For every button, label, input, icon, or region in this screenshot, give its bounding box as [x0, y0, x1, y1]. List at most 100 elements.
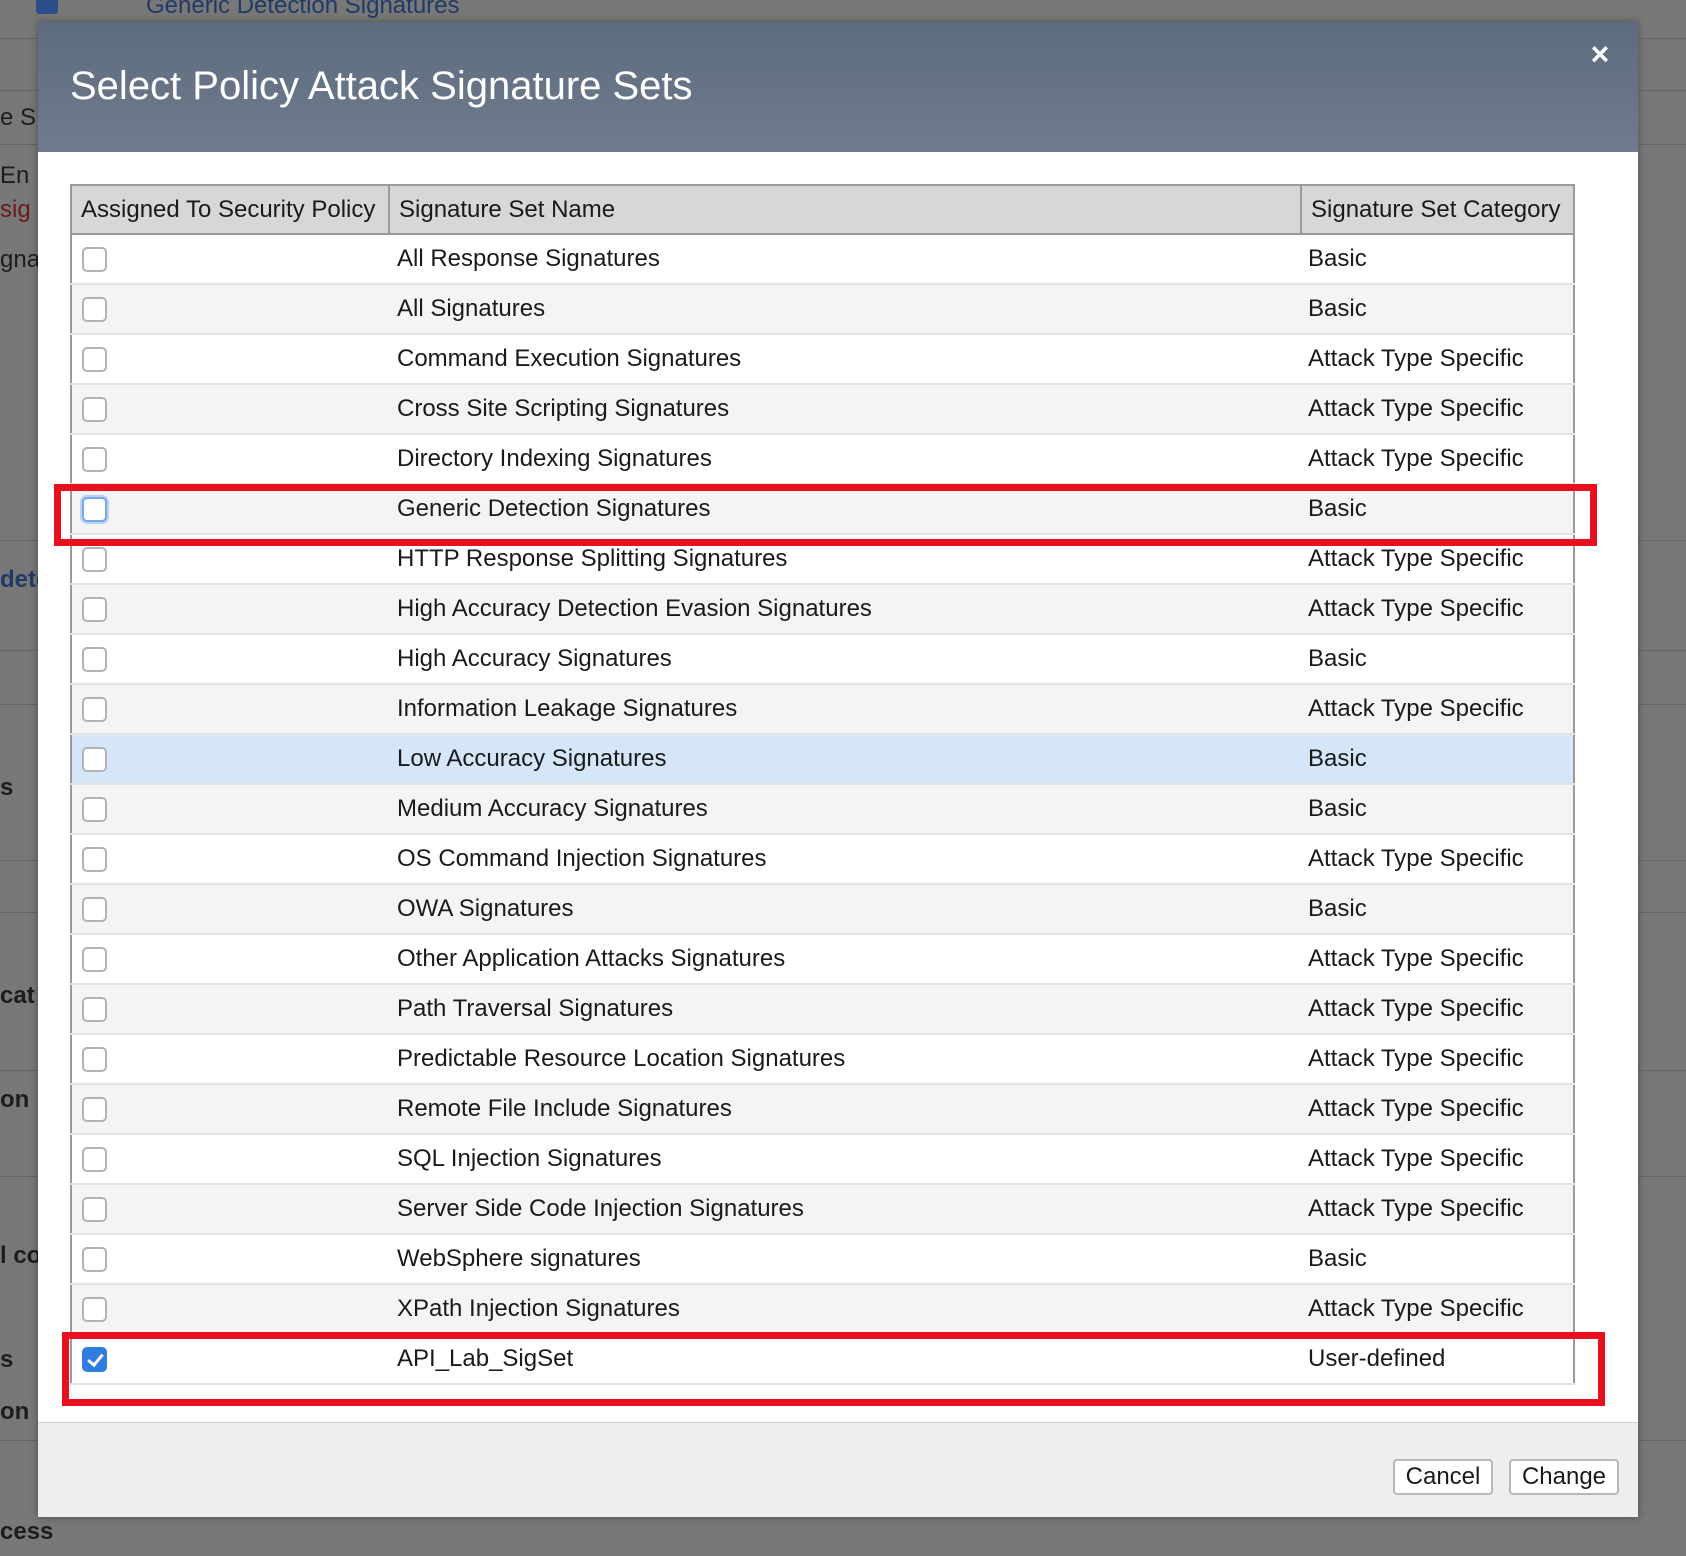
table-row[interactable]: Path Traversal Signatures Attack Type Spe… — [71, 984, 1574, 1035]
signature-set-name: OWA Signatures — [389, 884, 1301, 935]
signature-set-name: High Accuracy Detection Evasion Signatur… — [389, 584, 1301, 635]
table-row[interactable]: Cross Site Scripting Signatures Attack Ty… — [71, 384, 1574, 435]
table-row[interactable]: Low Accuracy Signatures Basic — [71, 734, 1574, 785]
assigned-checkbox[interactable] — [82, 1147, 107, 1173]
signature-set-category: Attack Type Specific — [1301, 934, 1574, 985]
assigned-checkbox[interactable] — [82, 997, 107, 1023]
table-row[interactable]: All Signatures Basic — [71, 284, 1574, 335]
assigned-checkbox[interactable] — [82, 247, 107, 273]
table-row[interactable]: Server Side Code Injection Signatures Att… — [71, 1184, 1574, 1235]
assigned-cell — [71, 934, 389, 985]
assigned-checkbox[interactable] — [82, 697, 107, 723]
signature-set-category: Attack Type Specific — [1301, 1134, 1574, 1185]
signature-set-name: Path Traversal Signatures — [389, 984, 1301, 1035]
assigned-cell — [71, 284, 389, 335]
assigned-checkbox[interactable] — [82, 1097, 107, 1123]
signature-set-name: XPath Injection Signatures — [389, 1284, 1301, 1335]
table-row[interactable]: Directory Indexing Signatures Attack Type… — [71, 434, 1574, 485]
signature-set-category: Basic — [1301, 234, 1574, 285]
assigned-checkbox[interactable] — [82, 1297, 107, 1323]
background-fragment: cess — [0, 1518, 54, 1545]
table-header-row: Assigned To Security Policy Signature Se… — [71, 185, 1574, 235]
assigned-checkbox[interactable] — [82, 947, 107, 973]
assigned-checkbox[interactable] — [82, 547, 107, 573]
signature-set-category: Attack Type Specific — [1301, 1084, 1574, 1135]
assigned-cell — [71, 734, 389, 785]
table-row[interactable]: XPath Injection Signatures Attack Type Sp… — [71, 1284, 1574, 1335]
signature-set-name: SQL Injection Signatures — [389, 1134, 1301, 1185]
change-button[interactable]: Change — [1509, 1459, 1619, 1495]
assigned-checkbox[interactable] — [82, 1047, 107, 1073]
signature-sets-dialog: Select Policy Attack Signature Sets × As… — [38, 22, 1638, 1517]
assigned-checkbox[interactable] — [82, 847, 107, 873]
table-row[interactable]: OWA Signatures Basic — [71, 884, 1574, 935]
cancel-button[interactable]: Cancel — [1393, 1459, 1493, 1495]
assigned-checkbox[interactable] — [82, 347, 107, 373]
signature-set-name: Directory Indexing Signatures — [389, 434, 1301, 485]
signature-set-category: Basic — [1301, 884, 1574, 935]
assigned-checkbox[interactable] — [82, 797, 107, 823]
table-row[interactable]: Command Execution Signatures Attack Type … — [71, 334, 1574, 385]
signature-set-name: Predictable Resource Location Signatures — [389, 1034, 1301, 1085]
table-row[interactable]: Predictable Resource Location Signatures… — [71, 1034, 1574, 1085]
assigned-cell — [71, 1084, 389, 1135]
background-checkbox — [36, 0, 58, 14]
table-row[interactable]: Information Leakage Signatures Attack Typ… — [71, 684, 1574, 735]
assigned-checkbox[interactable] — [82, 447, 107, 473]
background-fragment: sig — [0, 196, 31, 223]
assigned-cell — [71, 884, 389, 935]
table-row[interactable]: Remote File Include Signatures Attack Typ… — [71, 1084, 1574, 1135]
signature-set-name: WebSphere signatures — [389, 1234, 1301, 1285]
signature-set-name: All Signatures — [389, 284, 1301, 335]
signature-set-category: Attack Type Specific — [1301, 584, 1574, 635]
signature-set-name: Other Application Attacks Signatures — [389, 934, 1301, 985]
table-row[interactable]: OS Command Injection Signatures Attack Ty… — [71, 834, 1574, 885]
signature-set-name: Low Accuracy Signatures — [389, 734, 1301, 785]
close-icon[interactable]: × — [1582, 36, 1618, 72]
dialog-header: Select Policy Attack Signature Sets × — [38, 22, 1638, 152]
background-fragment: s — [0, 1346, 14, 1373]
assigned-cell — [71, 434, 389, 485]
assigned-checkbox[interactable] — [82, 647, 107, 673]
background-fragment: cat — [0, 982, 35, 1009]
table-body: All Response Signatures Basic All Signatur… — [71, 234, 1574, 1385]
highlight-box-api-lab — [62, 1332, 1605, 1406]
table-row[interactable]: Medium Accuracy Signatures Basic — [71, 784, 1574, 835]
signature-set-name: Cross Site Scripting Signatures — [389, 384, 1301, 435]
assigned-checkbox[interactable] — [82, 1197, 107, 1223]
assigned-cell — [71, 384, 389, 435]
signature-set-category: Attack Type Specific — [1301, 384, 1574, 435]
column-header-category[interactable]: Signature Set Category — [1301, 185, 1574, 235]
dialog-footer: Cancel Change — [38, 1422, 1638, 1517]
assigned-cell — [71, 1284, 389, 1335]
background-fragment: s — [0, 774, 14, 801]
assigned-checkbox[interactable] — [82, 297, 107, 323]
table-row[interactable]: Other Application Attacks Signatures Atta… — [71, 934, 1574, 985]
table-row[interactable]: High Accuracy Detection Evasion Signatur… — [71, 584, 1574, 635]
table-row[interactable]: WebSphere signatures Basic — [71, 1234, 1574, 1285]
signature-set-name: Information Leakage Signatures — [389, 684, 1301, 735]
assigned-checkbox[interactable] — [82, 747, 107, 773]
dialog-title: Select Policy Attack Signature Sets — [70, 64, 693, 108]
signature-set-name: Command Execution Signatures — [389, 334, 1301, 385]
signature-set-category: Attack Type Specific — [1301, 334, 1574, 385]
assigned-checkbox[interactable] — [82, 1247, 107, 1273]
table-row[interactable]: SQL Injection Signatures Attack Type Spec… — [71, 1134, 1574, 1185]
signature-sets-table: Assigned To Security Policy Signature Se… — [70, 184, 1575, 1385]
column-header-assigned[interactable]: Assigned To Security Policy — [71, 185, 390, 235]
background-link: Generic Detection Signatures — [146, 0, 460, 19]
background-fragment: on — [0, 1398, 30, 1425]
signature-set-name: All Response Signatures — [389, 234, 1301, 285]
signature-set-category: Attack Type Specific — [1301, 1284, 1574, 1335]
assigned-checkbox[interactable] — [82, 897, 107, 923]
assigned-checkbox[interactable] — [82, 597, 107, 623]
column-header-name[interactable]: Signature Set Name — [389, 185, 1302, 235]
assigned-cell — [71, 1234, 389, 1285]
assigned-checkbox[interactable] — [82, 397, 107, 423]
table-row[interactable]: High Accuracy Signatures Basic — [71, 634, 1574, 685]
signature-set-category: Attack Type Specific — [1301, 834, 1574, 885]
signature-set-category: Attack Type Specific — [1301, 1034, 1574, 1085]
signature-set-category: Basic — [1301, 634, 1574, 685]
signature-set-name: OS Command Injection Signatures — [389, 834, 1301, 885]
table-row[interactable]: All Response Signatures Basic — [71, 234, 1574, 285]
